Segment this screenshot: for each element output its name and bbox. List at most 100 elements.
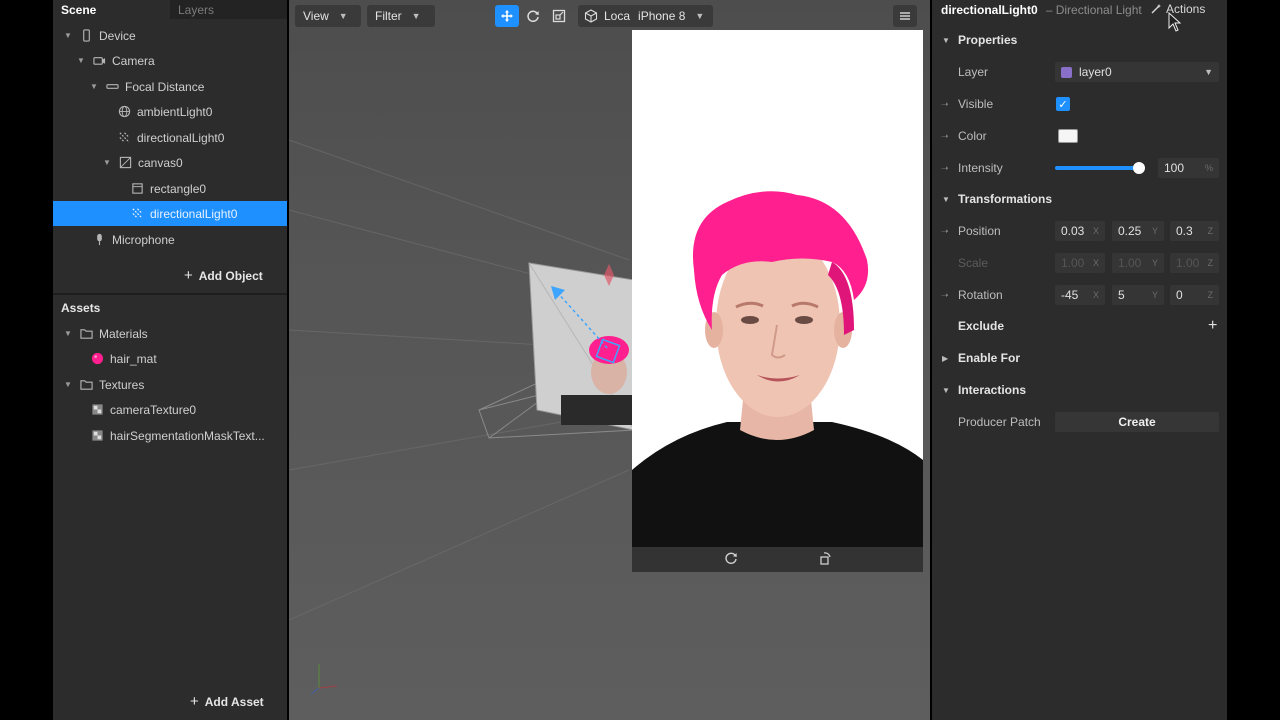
visible-checkbox[interactable]: ✓ — [1056, 97, 1070, 111]
add-object-button[interactable]: + Add Object — [184, 267, 263, 284]
section-label: Transformations — [958, 192, 1053, 206]
tree-item-label: canvas0 — [138, 155, 183, 170]
tree-item-microphone[interactable]: Microphone — [53, 227, 287, 252]
prop-row-layer: Layer layer0 ▼ — [932, 59, 1227, 85]
tab-layers[interactable]: Layers — [170, 0, 287, 19]
position-z-input[interactable]: 0.3 Z — [1170, 221, 1219, 241]
caret-down-icon: ▼ — [942, 385, 950, 395]
directional-light-icon — [117, 131, 131, 145]
intensity-slider-thumb[interactable] — [1133, 162, 1145, 174]
asset-folder-materials[interactable]: ▼ Materials — [53, 321, 287, 346]
prop-row-producer-patch: Producer Patch Create — [932, 409, 1227, 435]
section-enable-for[interactable]: ▶ Enable For — [932, 345, 1227, 371]
axis-label: Z — [1207, 290, 1214, 300]
tree-item-directional-light[interactable]: directionalLight0 — [53, 125, 287, 150]
wand-icon — [1151, 4, 1161, 14]
axis-label: Y — [1151, 290, 1158, 300]
keyframe-icon[interactable]: ➝ — [941, 99, 951, 109]
tab-scene[interactable]: Scene — [53, 0, 170, 19]
caret-down-icon[interactable]: ▼ — [89, 82, 99, 92]
rotation-x-input[interactable]: -45 X — [1055, 285, 1105, 305]
rectangle-icon — [130, 182, 144, 196]
scene-viewport[interactable]: View ▼ Filter ▼ Loca iPhone 8 ▼ — [289, 0, 930, 720]
color-picker[interactable] — [1058, 129, 1078, 143]
add-object-label: Add Object — [198, 268, 263, 283]
prop-row-visible: ➝ Visible ✓ — [932, 91, 1227, 117]
rotate-tool-button[interactable] — [521, 5, 545, 27]
scene-tabs: Scene Layers — [53, 0, 287, 19]
asset-hair-segmentation-texture[interactable]: hairSegmentationMaskText... — [53, 423, 287, 448]
asset-folder-textures[interactable]: ▼ Textures — [53, 372, 287, 397]
mouse-cursor-icon — [1168, 12, 1182, 32]
layer-dropdown[interactable]: layer0 ▼ — [1055, 62, 1219, 82]
tree-item-camera[interactable]: ▼ Camera — [53, 48, 287, 73]
rotation-z-value: 0 — [1176, 288, 1183, 302]
caret-down-icon[interactable]: ▼ — [63, 329, 73, 339]
device-selector[interactable]: Loca iPhone 8 ▼ — [578, 5, 713, 27]
section-label: Enable For — [958, 351, 1021, 365]
scale-x-value: 1.00 — [1061, 256, 1085, 270]
keyframe-icon[interactable]: ➝ — [941, 226, 951, 236]
layer-color-swatch — [1061, 66, 1072, 78]
view-dropdown[interactable]: View ▼ — [295, 5, 361, 27]
filter-label: Filter — [375, 9, 402, 23]
section-transformations[interactable]: ▼ Transformations — [932, 186, 1227, 212]
rotation-x-value: -45 — [1061, 288, 1079, 302]
keyframe-icon[interactable]: ➝ — [941, 290, 951, 300]
prop-label: Producer Patch — [958, 415, 1041, 429]
cube-icon — [584, 9, 598, 23]
intensity-input[interactable]: 100 % — [1158, 158, 1219, 178]
prop-label: Rotation — [958, 288, 1003, 302]
keyframe-icon[interactable]: ➝ — [941, 131, 951, 141]
rotation-z-input[interactable]: 0Z — [1170, 285, 1219, 305]
tree-item-focal-distance[interactable]: ▼ Focal Distance — [53, 74, 287, 99]
menu-button[interactable] — [893, 5, 917, 27]
caret-down-icon[interactable]: ▼ — [63, 31, 73, 41]
move-tool-button[interactable] — [495, 5, 519, 27]
rotate-icon — [527, 10, 539, 23]
axis-label: Y — [1151, 258, 1158, 268]
asset-hair-mat[interactable]: hair_mat — [53, 346, 287, 371]
position-z-value: 0.3 — [1176, 224, 1193, 238]
tree-item-device[interactable]: ▼ Device — [53, 23, 287, 48]
caret-down-icon[interactable]: ▼ — [102, 158, 112, 168]
restart-button[interactable] — [724, 551, 738, 568]
tree-item-directional-light-selected[interactable]: directionalLight0 — [53, 201, 287, 226]
position-x-input[interactable]: 0.03 X — [1055, 221, 1105, 241]
intensity-unit: % — [1204, 163, 1213, 173]
device-preview[interactable] — [632, 30, 923, 572]
prop-row-color: ➝ Color — [932, 123, 1227, 149]
position-y-input[interactable]: 0.25 Y — [1112, 221, 1164, 241]
create-button[interactable]: Create — [1055, 412, 1219, 432]
add-asset-button[interactable]: + Add Asset — [190, 693, 264, 710]
section-label: Interactions — [958, 383, 1027, 397]
filter-dropdown[interactable]: Filter ▼ — [367, 5, 435, 27]
tree-item-rectangle[interactable]: rectangle0 — [53, 176, 287, 201]
intensity-slider[interactable] — [1055, 166, 1139, 170]
rotate-device-icon — [819, 552, 831, 565]
tree-item-canvas[interactable]: ▼ canvas0 — [53, 150, 287, 175]
prop-row-position: ➝ Position 0.03 X 0.25 Y 0.3 Z — [932, 218, 1227, 244]
axis-label: X — [1092, 258, 1099, 268]
device-name-label: iPhone 8 — [638, 9, 686, 23]
keyframe-icon[interactable]: ➝ — [941, 163, 951, 173]
tree-item-ambient-light[interactable]: ambientLight0 — [53, 99, 287, 124]
section-properties[interactable]: ▼ Properties — [932, 27, 1227, 53]
asset-camera-texture[interactable]: cameraTexture0 — [53, 397, 287, 422]
rotate-device-button[interactable] — [818, 551, 832, 568]
rotation-y-input[interactable]: 5Y — [1112, 285, 1164, 305]
caret-down-icon[interactable]: ▼ — [63, 380, 73, 390]
add-exclude-button[interactable]: + — [1208, 317, 1217, 335]
scale-tool-button[interactable] — [547, 5, 571, 27]
microphone-icon — [92, 233, 106, 247]
inspector-subtitle: – Directional Light — [1045, 3, 1142, 17]
view-label: View — [303, 9, 329, 23]
tree-item-label: Focal Distance — [125, 79, 205, 94]
caret-down-icon[interactable]: ▼ — [76, 56, 86, 66]
hamburger-icon — [900, 12, 910, 20]
section-interactions[interactable]: ▼ Interactions — [932, 377, 1227, 403]
asset-label: hair_mat — [110, 351, 157, 366]
section-label: Properties — [958, 33, 1018, 47]
panel-divider — [53, 293, 287, 295]
asset-label: cameraTexture0 — [110, 402, 197, 417]
